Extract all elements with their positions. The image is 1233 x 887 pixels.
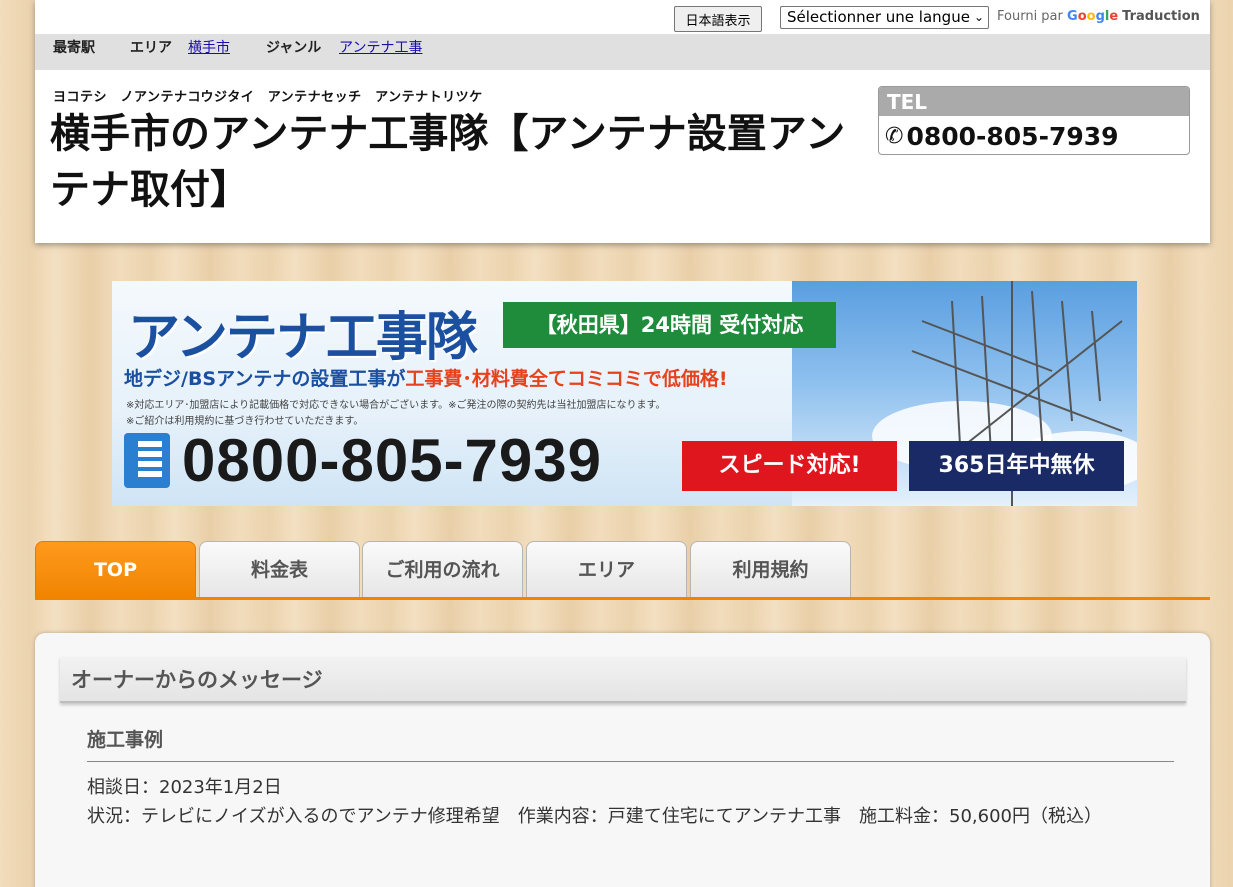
banner-logo: アンテナ工事隊 (128, 308, 478, 368)
banner-phone: 0800-805-7939 (124, 426, 602, 495)
page-title: 横手市のアンテナ工事隊【アンテナ設置アンテナ取付】 (50, 111, 846, 213)
chevron-down-icon: ⌄ (973, 10, 984, 24)
banner-subtitle: 地デジ/BSアンテナの設置工事が工事費･材料費全てコミコミで低価格! (124, 368, 728, 390)
divider (87, 761, 1174, 762)
banner-note: ※対応エリア･加盟店により記載価格で対応できない場合がございます。※ご発注の際の… (126, 400, 666, 411)
info-bar: 最寄駅 エリア 横手市 ジャンル アンテナ工事 (35, 34, 1210, 70)
tel-box[interactable]: TEL ✆ 0800-805-7939 (878, 86, 1190, 155)
banner-phone-number: 0800-805-7939 (182, 427, 603, 494)
tel-number: 0800-805-7939 (906, 121, 1119, 151)
content-panel: オーナーからのメッセージ 施工事例 相談日：2023年1月2日 状況：テレビにノ… (35, 633, 1210, 887)
speed-badge: スピード対応! (682, 441, 897, 491)
genre-label: ジャンル (266, 40, 322, 56)
header-card: 日本語表示 Sélectionner une langue ⌄ Fourni p… (35, 0, 1210, 243)
powered-by-label: Fourni par (997, 9, 1063, 24)
language-select[interactable]: Sélectionner une langue ⌄ (780, 6, 989, 29)
open-all-year-badge: 365日年中無休 (909, 441, 1124, 491)
case-title: 施工事例 (87, 729, 164, 751)
banner-note: ※ご紹介は利用規約に基づき行わせていただきます。 (126, 416, 364, 427)
area-label: エリア (130, 40, 172, 56)
station-label: 最寄駅 (53, 40, 95, 56)
genre-link[interactable]: アンテナ工事 (339, 34, 422, 62)
tel-label: TEL (879, 87, 1189, 116)
title-reading: ヨコテシ ノアンテナコウジタイ アンテナセッチ アンテナトリツケ (53, 90, 483, 105)
case-details: 相談日：2023年1月2日 状況：テレビにノイズが入るのでアンテナ修理希望 作業… (87, 773, 1177, 831)
tab-area[interactable]: エリア (526, 541, 687, 598)
tab-flow[interactable]: ご利用の流れ (362, 541, 523, 598)
tab-terms[interactable]: 利用規約 (690, 541, 851, 598)
consult-date: 相談日：2023年1月2日 (87, 777, 282, 798)
owner-message-heading: オーナーからのメッセージ (60, 657, 1186, 703)
hero-banner[interactable]: アンテナ工事隊 【秋田県】24時間 受付対応 地デジ/BSアンテナの設置工事が工… (112, 281, 1137, 506)
translate-label: Traduction (1122, 9, 1200, 24)
area-link[interactable]: 横手市 (188, 34, 230, 62)
main-nav-tabs: TOP 料金表 ご利用の流れ エリア 利用規約 (35, 541, 1210, 600)
google-logo: Google (1067, 9, 1119, 24)
tab-pricing[interactable]: 料金表 (199, 541, 360, 598)
google-translate-attribution[interactable]: Fourni par Google Traduction (997, 9, 1200, 24)
hours-badge: 【秋田県】24時間 受付対応 (503, 302, 836, 348)
case-situation: 状況：テレビにノイズが入るのでアンテナ修理希望 作業内容：戸建て住宅にてアンテナ… (87, 806, 1102, 827)
japanese-display-button[interactable]: 日本語表示 (674, 6, 762, 32)
tabs-underline (35, 597, 1210, 600)
tab-top[interactable]: TOP (35, 541, 196, 598)
language-select-value: Sélectionner une langue (787, 8, 970, 26)
translate-bar: 日本語表示 Sélectionner une langue ⌄ Fourni p… (35, 0, 1210, 34)
calculator-phone-icon (124, 433, 170, 488)
phone-icon: ✆ (885, 123, 904, 149)
